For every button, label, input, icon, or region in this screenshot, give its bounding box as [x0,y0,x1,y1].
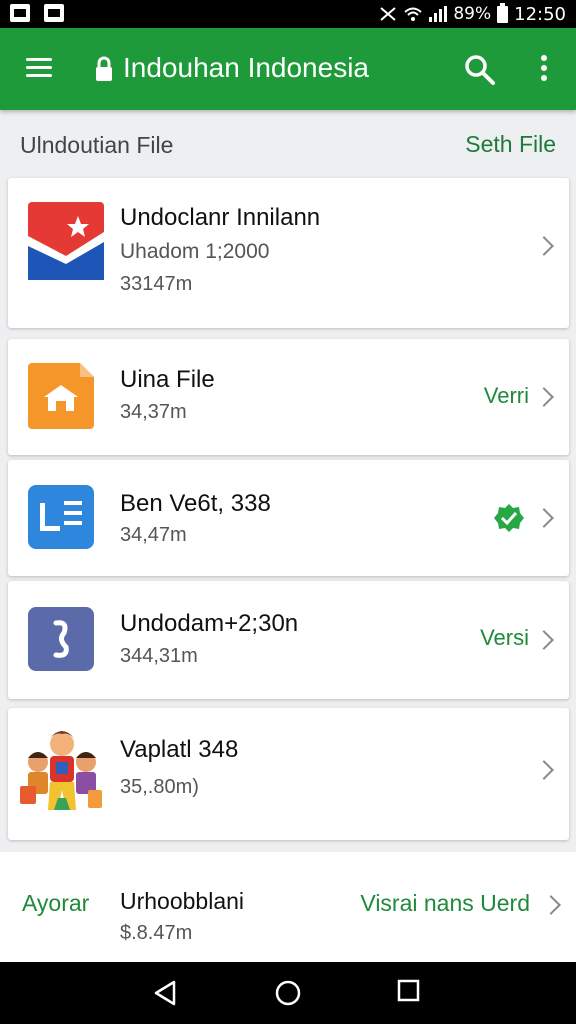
bottom-size: $.8.47m [120,922,193,944]
recents-icon[interactable] [397,979,421,1003]
card-title: Ben Ve6t, 338 [120,490,271,517]
verified-check-icon[interactable] [493,502,525,534]
status-bar: 89% 12:50 [0,0,576,28]
chevron-right-icon [534,760,554,780]
bottom-action-label[interactable]: Visrai nans Uerd [360,890,530,917]
clock: 12:50 [514,3,566,25]
search-icon[interactable] [462,52,496,86]
family-illustration-icon [20,731,102,810]
file-card[interactable]: Vaplatl 348 35,.80m) [8,708,569,840]
wifi-icon [404,7,422,21]
app-bar: Indouhan Indonesia [0,28,576,110]
navigation-bar [0,962,576,1024]
card-title: Uina File [120,366,215,393]
section-header: Ulndoutian File Seth File [0,110,576,176]
bottom-panel[interactable]: Ayorar Urhoobblani $.8.47m Visrai nans U… [0,852,576,962]
card-title: Vaplatl 348 [120,736,239,763]
app-thumbnail-icon [28,202,104,280]
file-card[interactable]: Undodam+2;30n 344,31m Versi [8,581,569,699]
app-title: Indouhan Indonesia [123,52,369,83]
section-title: Ulndoutian File [20,132,174,158]
chevron-right-icon [534,236,554,256]
card-size: 34,37m [120,401,187,423]
file-card[interactable]: Uina File 34,37m Verri [8,339,569,455]
battery-icon [497,2,509,23]
chevron-right-icon [534,630,554,650]
file-card[interactable]: Undoclanr Innilann Uhadom 1;2000 33147m [8,178,569,328]
file-card[interactable]: Ben Ve6t, 338 34,47m [8,460,569,576]
bottom-left-label[interactable]: Ayorar [22,890,89,917]
section-link[interactable]: Seth File [465,131,556,158]
card-size: 34,47m [120,524,187,546]
more-options-icon[interactable] [538,55,550,85]
chevron-right-icon [534,387,554,407]
card-action-label[interactable]: Versi [480,625,529,651]
home-file-icon [28,363,94,429]
vibrate-icon [380,7,396,21]
bottom-title: Urhoobblani [120,888,245,914]
back-icon[interactable] [152,979,178,1007]
battery-percent: 89% [453,4,492,24]
lock-icon [96,56,112,81]
card-action-label[interactable]: Verri [484,383,529,409]
image-notification-icon [10,4,30,22]
chevron-right-icon [534,508,554,528]
card-title: Undodam+2;30n [120,610,299,637]
audio-app-icon [28,607,94,671]
card-size: 33147m [120,273,193,295]
home-icon[interactable] [274,979,302,1007]
chevron-right-icon [541,895,561,915]
card-title: Undoclanr Innilann [120,204,321,231]
document-app-icon [28,485,94,549]
signal-icon [429,6,448,22]
menu-icon[interactable] [26,58,52,78]
card-subtitle: Uhadom 1;2000 [120,240,270,263]
card-size: 344,31m [120,645,198,667]
gallery-notification-icon [44,4,64,22]
card-size: 35,.80m) [120,776,199,798]
